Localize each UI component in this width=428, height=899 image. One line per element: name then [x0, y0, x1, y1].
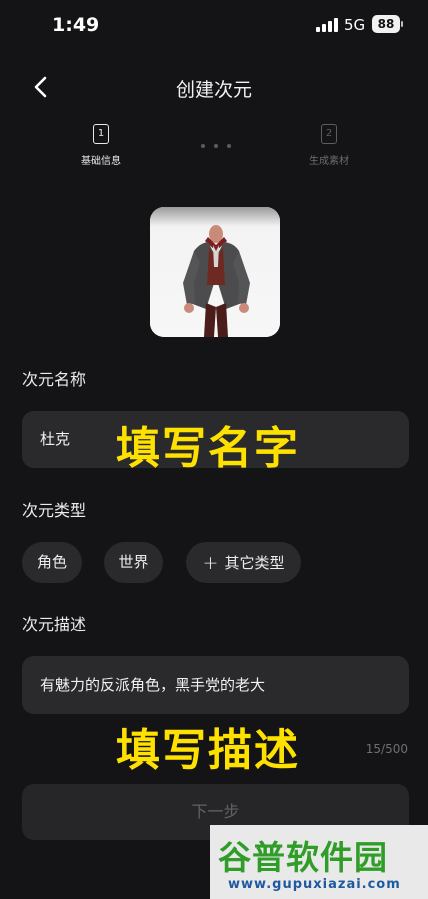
chip-label: 角色 [36, 553, 67, 571]
character-avatar[interactable] [150, 207, 280, 337]
type-chip-other[interactable]: + 其它类型 [186, 542, 301, 583]
description-section-label: 次元描述 [22, 615, 87, 634]
signal-icon [316, 18, 338, 32]
next-step-label: 下一步 [191, 802, 240, 821]
page-title: 创建次元 [175, 79, 252, 101]
step-progress-dots [201, 144, 231, 148]
status-bar: 1:49 5G 88 [0, 0, 428, 52]
step-label: 基础信息 [81, 156, 121, 167]
step-label: 生成素材 [309, 156, 349, 167]
step-number: 1 [97, 128, 105, 139]
type-chip-world[interactable]: 世界 [104, 542, 163, 583]
type-section-label: 次元类型 [22, 501, 87, 520]
description-char-counter: 15/500 [365, 742, 408, 756]
description-input[interactable]: 有魅力的反派角色，黑手党的老大 [22, 656, 409, 714]
watermark-url: www.gupuxiazai.com [228, 877, 401, 892]
document-icon: 2 [321, 124, 337, 144]
site-watermark: 谷普软件园 www.gupuxiazai.com [210, 825, 428, 899]
battery-level: 88 [377, 17, 395, 31]
battery-icon: 88 [372, 15, 403, 33]
description-input-value: 有魅力的反派角色，黑手党的老大 [40, 676, 266, 694]
step-number: 2 [325, 128, 333, 139]
watermark-logo: 谷普软件园 [218, 838, 388, 877]
name-section-label: 次元名称 [22, 370, 87, 389]
network-label: 5G [344, 16, 366, 34]
character-figure-image [150, 207, 280, 337]
name-input-value: 杜克 [40, 430, 71, 448]
step-basic-info: 1 基础信息 [56, 124, 146, 167]
step-generate-assets: 2 生成素材 [284, 124, 374, 167]
chip-label: 世界 [118, 553, 149, 571]
plus-icon: + [202, 552, 219, 574]
chip-label: 其它类型 [224, 554, 285, 572]
annotation-fill-name: 填写名字 [116, 423, 300, 474]
status-time: 1:49 [52, 14, 100, 36]
document-icon: 1 [93, 124, 109, 144]
annotation-fill-description: 填写描述 [116, 725, 300, 776]
type-chip-role[interactable]: 角色 [22, 542, 82, 583]
